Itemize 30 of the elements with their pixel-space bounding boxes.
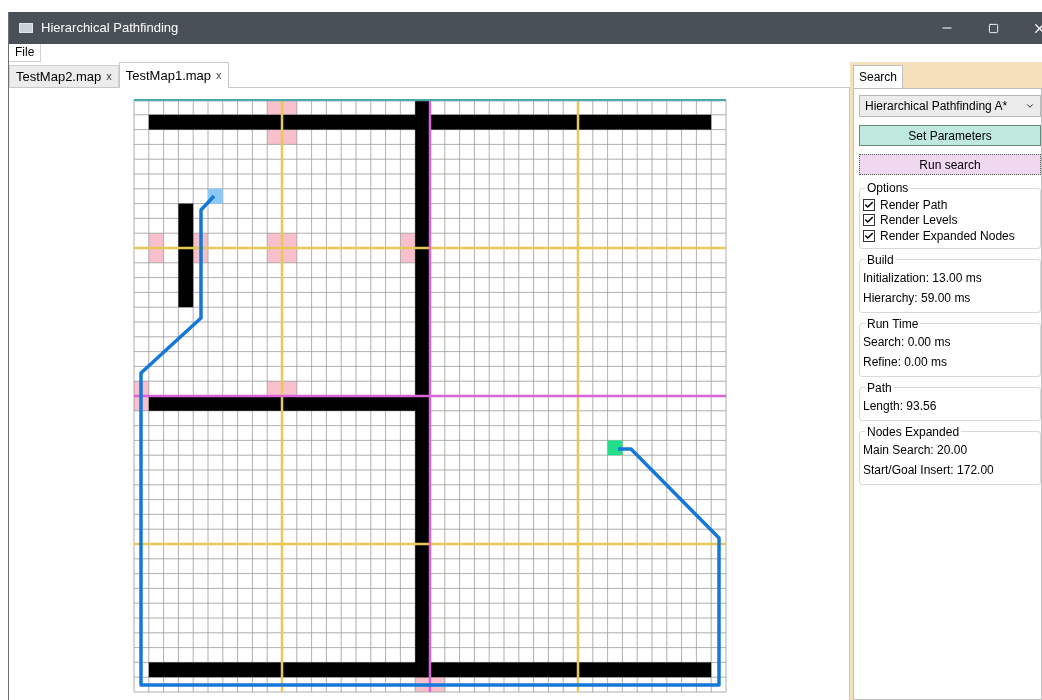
stat-text: Length: 93.56 [863,397,938,415]
group-title: Build [866,251,895,269]
panel-tab[interactable]: Search [853,65,904,88]
checkbox[interactable] [863,229,875,242]
maximize-icon [987,22,999,34]
checkbox[interactable] [863,198,875,211]
group-title: Path [866,379,893,397]
stat-text: Refine: 0.00 ms [863,353,949,371]
stat-text: Initialization: 13.00 ms [863,269,983,287]
chevron-down-icon [1025,101,1035,111]
stat-text: Hierarchy: 59.00 ms [863,289,972,307]
group-title: Run Time [866,315,920,333]
stat-text: Main Search: 20.00 [863,441,969,459]
window-title: Hierarchical Pathfinding [41,19,179,38]
stat-text: Start/Goal Insert: 172.00 [863,461,995,479]
group-title: Options [866,180,910,197]
check-icon [864,199,874,210]
file-tab[interactable]: TestMap2.map x [9,65,119,87]
algorithm-dropdown[interactable]: Hierarchical Pathfinding A* [859,95,1041,117]
menu-item[interactable]: File [9,44,42,62]
action-button[interactable]: Run search [859,154,1041,175]
check-icon [864,215,874,226]
app-icon [19,23,33,33]
checkbox[interactable] [863,214,875,227]
option-label[interactable]: Render Path [880,195,948,214]
file-tab[interactable]: TestMap1.map x [118,62,229,88]
action-button[interactable]: Set Parameters [859,125,1041,146]
check-icon [864,230,874,241]
stat-text: Search: 0.00 ms [863,333,952,351]
group-title: Nodes Expanded [866,423,961,441]
